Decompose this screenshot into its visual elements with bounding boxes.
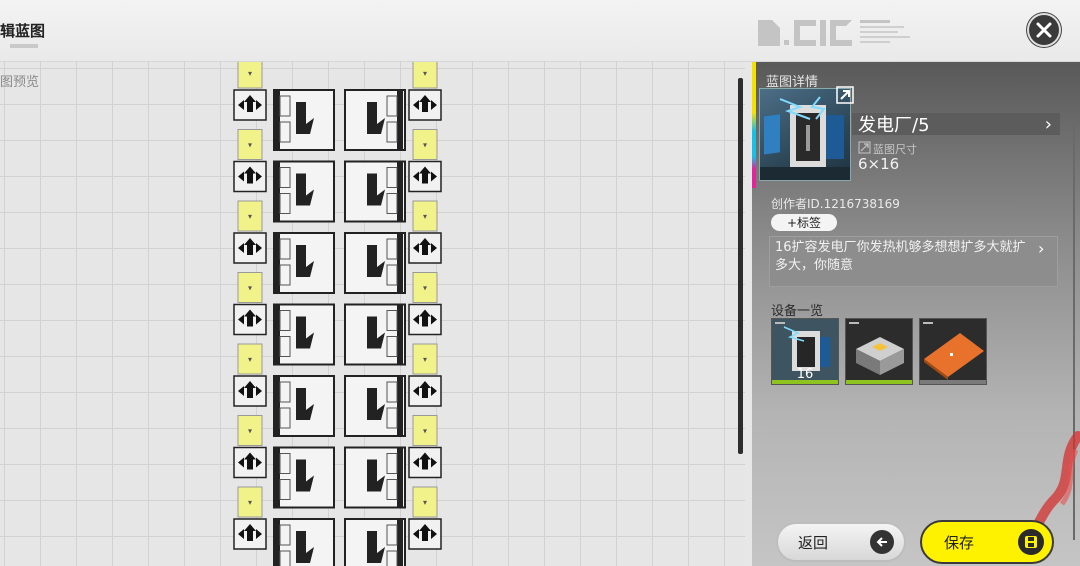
- generator-machine[interactable]: [344, 518, 406, 566]
- generator-machine[interactable]: [273, 518, 335, 566]
- save-disk-icon: [1018, 529, 1044, 555]
- blueprint-name-row[interactable]: 发电厂/5 ›: [852, 113, 1060, 136]
- blueprint-name: 发电厂/5: [858, 115, 930, 136]
- item-tag: [923, 322, 933, 324]
- conveyor-arrow-icon: ▾: [423, 141, 427, 150]
- save-label: 保存: [944, 533, 975, 552]
- conveyor-arrow-icon: ▾: [423, 498, 427, 507]
- back-button[interactable]: 返回: [776, 522, 906, 562]
- chevron-right-icon: ›: [1044, 113, 1052, 135]
- creator-id: 创作者ID.1216738169: [771, 197, 900, 211]
- conveyor-arrow-icon: ▾: [423, 427, 427, 436]
- equipment-item-floor-plate[interactable]: [919, 318, 987, 385]
- description-text: 16扩容发电厂你发热机够多想想扩多大就扩多大，你随意: [775, 240, 1026, 273]
- rarity-bar: [772, 380, 838, 384]
- close-button[interactable]: [1029, 15, 1059, 45]
- rarity-bar: [846, 380, 912, 384]
- generator-machine[interactable]: [344, 232, 406, 294]
- generator-machine[interactable]: [273, 160, 335, 223]
- generator-machine[interactable]: [273, 303, 335, 366]
- generator-machine[interactable]: [344, 375, 406, 437]
- conveyor-arrow-icon: ▾: [423, 355, 427, 364]
- heat-machine-icon: [846, 319, 912, 384]
- conveyor-arrow-icon: ▾: [423, 284, 427, 293]
- rarity-bar: [920, 380, 986, 384]
- conveyor-arrow-icon: ▾: [248, 427, 252, 436]
- equipment-title: 设备一览: [771, 304, 824, 319]
- generator-machine[interactable]: [273, 89, 335, 151]
- export-icon[interactable]: [836, 86, 854, 104]
- item-tag: [775, 322, 785, 324]
- equipment-item-heat-machine[interactable]: [845, 318, 913, 385]
- conveyor-arrow-icon: ▾: [248, 141, 252, 150]
- generator-machine[interactable]: [344, 160, 406, 223]
- blueprint-layout: ▾ ▾ ▾ ▾ ▾ ▾ ▾ ▾ ▾ ▾ ▾ ▾ ▾ ▾: [233, 62, 442, 566]
- generator-machine[interactable]: [344, 446, 406, 509]
- arrow-left-icon: [870, 530, 894, 554]
- conveyor-arrow-icon: ▾: [248, 212, 252, 221]
- close-x-icon: [1036, 22, 1052, 38]
- conveyor-arrow-icon: ▾: [423, 212, 427, 221]
- conveyor-arrow-icon: ▾: [423, 69, 427, 78]
- chevron-right-icon: ›: [1038, 239, 1045, 258]
- generator-machine[interactable]: [344, 303, 406, 366]
- resize-icon: [858, 141, 871, 154]
- equipment-item-generator[interactable]: 16: [771, 318, 839, 385]
- generator-machine[interactable]: [344, 89, 406, 151]
- panel-accent-stripe: [752, 62, 756, 188]
- save-button[interactable]: 保存: [920, 520, 1054, 564]
- floor-plate-icon: [920, 319, 986, 384]
- add-tag-button[interactable]: +标签: [771, 214, 837, 231]
- item-tag: [849, 322, 859, 324]
- generator-machine[interactable]: [273, 446, 335, 509]
- conveyor-arrow-icon: ▾: [248, 69, 252, 78]
- generator-machine[interactable]: [273, 375, 335, 437]
- conveyor-arrow-icon: ▾: [248, 284, 252, 293]
- generator-machine[interactable]: [273, 232, 335, 294]
- logo-icon: [758, 20, 910, 46]
- page-title: 辑蓝图: [0, 22, 46, 40]
- conveyor-arrow-icon: ▾: [248, 498, 252, 507]
- canvas-scrollbar[interactable]: [738, 78, 743, 454]
- back-label: 返回: [798, 533, 829, 552]
- size-value: 6×16: [858, 155, 900, 173]
- conveyor-arrow-icon: ▾: [248, 355, 252, 364]
- title-underline: [10, 44, 38, 48]
- top-bar: 辑蓝图: [0, 0, 1080, 62]
